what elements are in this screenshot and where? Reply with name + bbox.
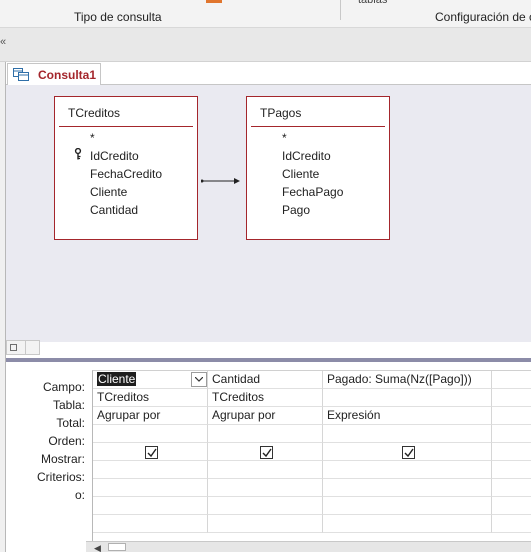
field-item[interactable]: Cantidad	[90, 203, 138, 217]
tab-consulta1[interactable]: Consulta1	[7, 63, 101, 85]
o-cell-1[interactable]	[93, 479, 208, 497]
table-box-tcreditos[interactable]: TCreditos * IdCredito FechaCredito Clien…	[54, 96, 198, 240]
mostrar-checkbox-3[interactable]	[402, 446, 415, 459]
table-title: TPagos	[260, 106, 302, 120]
criterios-cell-2[interactable]	[208, 461, 323, 479]
ribbon-accent-mark	[206, 0, 222, 3]
chevron-down-icon	[195, 377, 203, 382]
table-pane: TCreditos * IdCredito FechaCredito Clien…	[6, 85, 531, 342]
campo-cell-3[interactable]: Pagado: Suma(Nz([Pago]))	[323, 371, 492, 389]
row-label-campo: Campo:	[42, 380, 85, 394]
empty-cell[interactable]	[492, 515, 531, 533]
table-title-rule	[251, 126, 385, 127]
tabla-cell-3[interactable]	[323, 389, 492, 407]
empty-cell[interactable]	[492, 443, 531, 461]
field-item[interactable]: Pago	[282, 203, 310, 217]
ribbon-group-configuracion: Configuración de c	[435, 10, 531, 24]
campo-cell-2[interactable]: Cantidad	[208, 371, 323, 389]
document-tabbar: Consulta1	[6, 62, 531, 85]
row-label-mostrar: Mostrar:	[40, 452, 85, 466]
empty-cell[interactable]	[208, 515, 323, 533]
empty-cell[interactable]	[492, 461, 531, 479]
design-grid-pane: Campo: Tabla: Total: Orden: Mostrar: Cri…	[6, 362, 531, 552]
table-pane-scrollbar[interactable]	[6, 340, 40, 355]
field-item[interactable]: FechaCredito	[90, 167, 162, 181]
row-label-total: Total:	[56, 416, 85, 430]
o-cell-3[interactable]	[323, 479, 492, 497]
check-icon	[147, 448, 157, 458]
ribbon-bar: tablas Tipo de consulta Configuración de…	[0, 0, 531, 28]
field-item[interactable]: Cliente	[90, 185, 127, 199]
orden-cell-3[interactable]	[323, 425, 492, 443]
row-label-o: o:	[74, 488, 85, 502]
total-cell-3[interactable]: Expresión	[323, 407, 492, 425]
criterios-cell-3[interactable]	[323, 461, 492, 479]
empty-cell[interactable]	[93, 515, 208, 533]
row-label-orden: Orden:	[48, 434, 85, 448]
row-label-criterios: Criterios:	[36, 470, 85, 484]
scroll-left-button[interactable]	[10, 344, 17, 351]
relationship-line[interactable]	[201, 177, 241, 185]
field-item[interactable]: *	[282, 131, 287, 145]
empty-cell[interactable]	[492, 425, 531, 443]
field-item[interactable]: IdCredito	[90, 149, 139, 163]
check-icon	[404, 448, 414, 458]
total-cell-1[interactable]: Agrupar por	[93, 407, 208, 425]
query-document: Consulta1 TCreditos * IdCredito FechaCre…	[5, 62, 531, 552]
empty-cell[interactable]	[492, 407, 531, 425]
grid-horizontal-scrollbar[interactable]: ◀	[86, 541, 531, 552]
empty-cell[interactable]	[492, 479, 531, 497]
empty-cell[interactable]	[323, 497, 492, 515]
campo-value: Cliente	[97, 372, 137, 386]
field-item[interactable]: *	[90, 131, 95, 145]
scroll-left-arrow-icon[interactable]: ◀	[94, 543, 101, 552]
orden-cell-2[interactable]	[208, 425, 323, 443]
empty-cell[interactable]	[492, 497, 531, 515]
row-label-tabla: Tabla:	[52, 398, 85, 412]
empty-cell[interactable]	[492, 389, 531, 407]
primary-key-icon	[74, 148, 82, 160]
criterios-cell-1[interactable]	[93, 461, 208, 479]
tabla-cell-2[interactable]: TCreditos	[208, 389, 323, 407]
mostrar-checkbox-2[interactable]	[260, 446, 273, 459]
campo-dropdown-button[interactable]	[191, 372, 207, 387]
campo-cell-4[interactable]	[492, 371, 531, 389]
field-item[interactable]: IdCredito	[282, 149, 331, 163]
empty-cell[interactable]	[208, 497, 323, 515]
query-icon	[13, 68, 29, 81]
empty-cell[interactable]	[323, 515, 492, 533]
o-cell-2[interactable]	[208, 479, 323, 497]
table-title: TCreditos	[68, 106, 121, 120]
scroll-thumb[interactable]	[25, 341, 39, 354]
mostrar-checkbox-1[interactable]	[145, 446, 158, 459]
total-cell-2[interactable]: Agrupar por	[208, 407, 323, 425]
ribbon-cut-label: tablas	[358, 0, 388, 6]
query-design-grid: Cliente TCreditos Agrupar por Cantidad T…	[92, 370, 531, 542]
check-icon	[262, 448, 272, 458]
tab-label: Consulta1	[38, 68, 97, 82]
table-box-tpagos[interactable]: TPagos * IdCredito Cliente FechaPago Pag…	[246, 96, 390, 240]
ribbon-separator	[340, 0, 341, 20]
ribbon-group-tipo-consulta: Tipo de consulta	[74, 10, 162, 24]
empty-cell[interactable]	[93, 497, 208, 515]
table-title-rule	[59, 126, 193, 127]
field-item[interactable]: Cliente	[282, 167, 319, 181]
orden-cell-1[interactable]	[93, 425, 208, 443]
field-item[interactable]: FechaPago	[282, 185, 343, 199]
collapse-pane-icon[interactable]: «	[0, 36, 6, 48]
tabla-cell-1[interactable]: TCreditos	[93, 389, 208, 407]
scroll-thumb[interactable]	[108, 543, 126, 551]
navigation-strip: «	[0, 28, 531, 62]
